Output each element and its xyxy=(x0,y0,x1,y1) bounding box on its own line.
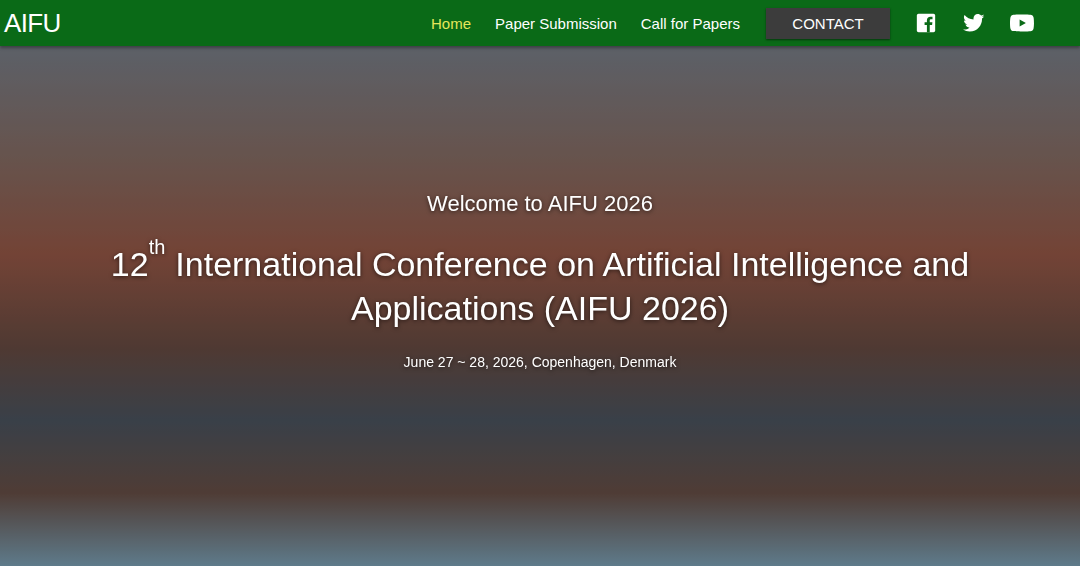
youtube-icon[interactable] xyxy=(1010,11,1034,35)
twitter-icon[interactable] xyxy=(962,11,986,35)
title-number: 12 xyxy=(111,245,149,283)
nav-link[interactable]: Call for Papers xyxy=(641,16,740,31)
hero-content: Welcome to AIFU 202612thInternational Co… xyxy=(0,46,1080,372)
nav-link[interactable]: Paper Submission xyxy=(495,16,617,31)
nav-link[interactable]: Home xyxy=(431,16,471,31)
main-nav: Home Paper Submission Call for Papers CONTA… xyxy=(431,8,1034,39)
title-suffix: th xyxy=(149,236,166,258)
welcome-text: Welcome to AIFU 2026 xyxy=(427,190,653,218)
top-nav-bar: AIFU Home Paper Submission Call for Papers C… xyxy=(0,0,1080,46)
conference-title: 12thInternational Conference on Artifici… xyxy=(90,242,990,330)
contact-button[interactable]: CONTACT xyxy=(766,8,890,39)
site-logo[interactable]: AIFU xyxy=(4,10,61,36)
title-text: International Conference on Artificial I… xyxy=(175,245,969,327)
hero-section: Welcome to AIFU 202612thInternational Co… xyxy=(0,46,1080,566)
conference-date: June 27 ~ 28, 2026, Copenhagen, Denmark xyxy=(404,352,677,372)
facebook-icon[interactable] xyxy=(914,11,938,35)
